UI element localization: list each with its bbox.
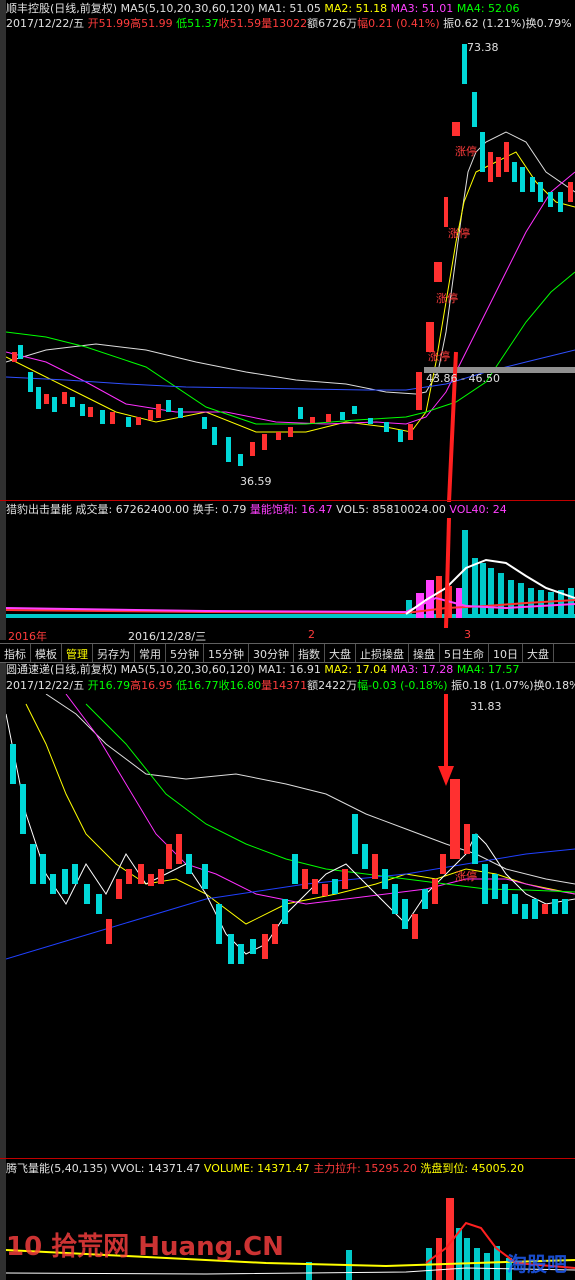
ma3-value: MA3: 51.01 <box>390 2 454 15</box>
toolbar-item-1[interactable]: 模板 <box>31 644 62 662</box>
vol2-header: 腾飞量能(5,40,135) VVOL: 14371.47 VOLUME: 14… <box>6 1162 524 1176</box>
low-value: 低51.37 <box>176 17 219 30</box>
zt-label-2: 涨停 <box>448 227 470 240</box>
zt-label-1: 涨停 <box>455 145 477 158</box>
close-value-2: 收16.80 <box>218 679 262 692</box>
vol2-params: (5,40,135) <box>50 1162 108 1175</box>
volume-value: 量13022 <box>261 17 308 30</box>
vol1-vol40: VOL40: 24 <box>449 503 507 516</box>
amount-value-2: 额2422万 <box>307 679 358 692</box>
divider <box>0 500 575 501</box>
toolbar-item-2[interactable]: 管理 <box>62 644 93 662</box>
stock-title: 顺丰控股 <box>6 2 50 15</box>
vol1-cjl: 成交量: 67262400.00 <box>75 503 190 516</box>
ma-yellow-line <box>6 151 575 433</box>
axis-label-2: 2016/12/28/三 <box>128 630 207 643</box>
label-low: 36.59 <box>240 475 272 488</box>
watermark-right: 淘股吧 <box>507 1252 567 1276</box>
zt-label-bottom: 涨停 <box>455 870 477 883</box>
vol2-xpdw: 洗盘到位: 45005.20 <box>420 1162 525 1175</box>
toolbar-item-14[interactable]: 大盘 <box>523 644 554 662</box>
top-header-line1: 顺丰控股(日线,前复权) MA5(5,10,20,30,60,120) MA1:… <box>6 2 520 16</box>
vol1-title: 猎豹出击量能 <box>6 503 72 516</box>
toolbar-item-11[interactable]: 操盘 <box>409 644 440 662</box>
vol1-chart <box>6 518 575 628</box>
turnover-value-2: 换0.18% <box>533 679 575 692</box>
vol1-header: 猎豹出击量能 成交量: 67262400.00 换手: 0.79 量能饱和: 1… <box>6 503 507 517</box>
toolbar-item-4[interactable]: 常用 <box>135 644 166 662</box>
amount-value: 额6726万 <box>307 17 358 30</box>
ma4-value-2: MA4: 17.57 <box>456 663 520 676</box>
toolbar-item-12[interactable]: 5日生命 <box>440 644 489 662</box>
top-header-line2: 2017/12/22/五 开51.99高51.99 低51.37收51.59量1… <box>6 17 572 31</box>
divider-2 <box>0 1158 575 1159</box>
indicator-toolbar: 指标 模板 管理 另存为 常用 5分钟 15分钟 30分钟 指数 大盘 止损操盘 操盘 5日生命 10日大… <box>0 643 575 663</box>
period-label-2: (日线,前复权) <box>50 663 118 676</box>
ma2-value: MA2: 51.18 <box>324 2 388 15</box>
amplitude-value: 振0.62 (1.21%) <box>443 17 526 30</box>
vol2-zllt: 主力拉升: 15295.20 <box>313 1162 417 1175</box>
ma1-value: MA1: 51.05 <box>258 2 321 15</box>
amplitude-value-2: 振0.18 (1.07%) <box>451 679 534 692</box>
toolbar-item-0[interactable]: 指标 <box>0 644 31 662</box>
ma-magenta-line <box>6 171 575 425</box>
ma3-value-2: MA3: 17.28 <box>390 663 454 676</box>
label-high-2: 31.83 <box>470 700 502 713</box>
toolbar-item-10[interactable]: 止损操盘 <box>356 644 409 662</box>
volume-value-2: 量14371 <box>261 679 308 692</box>
toolbar-item-13[interactable]: 10日 <box>489 644 523 662</box>
bottom-price-chart <box>6 694 575 964</box>
ma2-value-2: MA2: 17.04 <box>324 663 388 676</box>
open-value-2: 开16.79 <box>87 679 131 692</box>
toolbar-item-7[interactable]: 30分钟 <box>249 644 294 662</box>
zt-label-3: 涨停 <box>436 292 458 305</box>
high-value: 高51.99 <box>130 17 173 30</box>
ma-params: MA5(5,10,20,30,60,120) <box>120 2 255 15</box>
low-value-2: 低16.77 <box>176 679 219 692</box>
vol1-vol5: VOL5: 85810024.00 <box>336 503 446 516</box>
label-mid: 43.86 - 46.50 <box>426 372 500 385</box>
label-high: 73.38 <box>467 41 499 54</box>
high-value-2: 高16.95 <box>130 679 173 692</box>
ma1-value-2: MA1: 16.91 <box>258 663 321 676</box>
axis-label-1: 2016年 <box>8 630 47 643</box>
bottom-header-line2: 2017/12/22/五 开16.79高16.95 低16.77收16.80量1… <box>6 679 575 693</box>
toolbar-item-8[interactable]: 指数 <box>294 644 325 662</box>
vol1-hs: 换手: 0.79 <box>192 503 247 516</box>
period-label: (日线,前复权) <box>50 2 118 15</box>
axis-label-4: 3 <box>464 628 471 641</box>
close-value: 收51.59 <box>218 17 262 30</box>
date-label-2: 2017/12/22/五 <box>6 679 85 692</box>
ma-green-line <box>6 271 575 425</box>
toolbar-item-6[interactable]: 15分钟 <box>204 644 249 662</box>
toolbar-item-3[interactable]: 另存为 <box>93 644 135 662</box>
change-value: 幅0.21 (0.41%) <box>357 17 440 30</box>
zt-label-4: 涨停 <box>428 350 450 363</box>
vol1-lnbh: 量能饱和: 16.47 <box>249 503 333 516</box>
candles-left <box>12 345 413 466</box>
vol2-volume: VOLUME: 14371.47 <box>203 1162 310 1175</box>
change-value-2: 幅-0.03 (-0.18%) <box>357 679 448 692</box>
top-price-chart <box>6 44 575 502</box>
axis-label-3: 2 <box>308 628 315 641</box>
ma4-value: MA4: 52.06 <box>456 2 520 15</box>
stock-title-2: 圆通速递 <box>6 663 50 676</box>
turnover-value: 换0.79% <box>525 17 572 30</box>
vol2-title: 腾飞量能 <box>6 1162 50 1175</box>
candles-bottom <box>10 744 568 964</box>
date-label: 2017/12/22/五 <box>6 17 85 30</box>
watermark-left: 10 拾荒网 Huang.CN <box>6 1232 284 1262</box>
toolbar-item-9[interactable]: 大盘 <box>325 644 356 662</box>
ma-params-2: MA5(5,10,20,30,60,120) <box>120 663 255 676</box>
bottom-header-line1: 圆通速递(日线,前复权) MA5(5,10,20,30,60,120) MA1:… <box>6 663 520 677</box>
toolbar-item-5[interactable]: 5分钟 <box>166 644 204 662</box>
open-value: 开51.99 <box>87 17 131 30</box>
vol2-vvol: VVOL: 14371.47 <box>111 1162 201 1175</box>
